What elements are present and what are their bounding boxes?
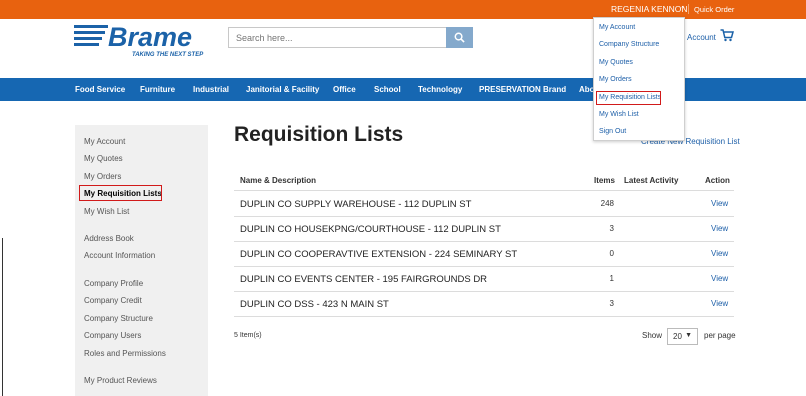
divider [234, 241, 734, 242]
sidebar-item-my-orders[interactable]: My Orders [84, 172, 121, 181]
nav-item-school[interactable]: School [374, 85, 401, 94]
sidebar-item-company-users[interactable]: Company Users [84, 331, 141, 340]
sidebar-item-wish-list[interactable]: My Wish List [84, 207, 129, 216]
divider [234, 291, 734, 292]
search-button[interactable] [446, 27, 473, 48]
divider [234, 316, 734, 317]
highlight-box [79, 185, 162, 201]
sidebar-item-product-reviews[interactable]: My Product Reviews [84, 376, 157, 385]
table-row-items: 3 [609, 299, 614, 308]
table-row-items: 1 [609, 274, 614, 283]
column-header-latest-activity: Latest Activity [624, 176, 679, 185]
table-row-items: 248 [600, 199, 614, 208]
chevron-down-icon: ▼ [685, 332, 692, 339]
table-row-items: 3 [609, 224, 614, 233]
sidebar-item-company-profile[interactable]: Company Profile [84, 279, 143, 288]
quick-order-link[interactable]: Quick Order [694, 5, 734, 14]
menu-item-company-structure[interactable]: Company Structure [599, 41, 659, 48]
nav-item-furniture[interactable]: Furniture [140, 85, 175, 94]
page-title: Requisition Lists [234, 123, 404, 146]
nav-item-industrial[interactable]: Industrial [193, 85, 229, 94]
logo-wordmark: Brame [108, 22, 192, 52]
column-header-name: Name & Description [240, 176, 317, 185]
user-menu-toggle[interactable]: REGENIA KENNON [611, 4, 688, 14]
sidebar-item-my-quotes[interactable]: My Quotes [84, 154, 123, 163]
nav-item-food-service[interactable]: Food Service [75, 85, 125, 94]
view-link[interactable]: View [711, 224, 728, 233]
divider [688, 4, 689, 14]
table-row-name: DUPLIN CO SUPPLY WAREHOUSE - 112 DUPLIN … [240, 199, 472, 210]
per-page-label: per page [704, 331, 736, 340]
user-dropdown-menu: My Account Company Structure My Quotes M… [593, 17, 685, 141]
menu-item-my-account[interactable]: My Account [599, 24, 635, 31]
view-link[interactable]: View [711, 249, 728, 258]
sidebar-item-company-credit[interactable]: Company Credit [84, 296, 142, 305]
logo-tagline: TAKING THE NEXT STEP [132, 52, 204, 58]
sidebar-item-account-information[interactable]: Account Information [84, 251, 155, 260]
sidebar-item-company-structure[interactable]: Company Structure [84, 314, 153, 323]
account-sidebar: My Account My Quotes My Orders My Requis… [75, 125, 208, 396]
view-link[interactable]: View [711, 274, 728, 283]
top-bar: REGENIA KENNON ⌃ Quick Order [0, 0, 806, 19]
menu-item-my-quotes[interactable]: My Quotes [599, 59, 633, 66]
table-row-name: DUPLIN CO DSS - 423 N MAIN ST [240, 299, 389, 310]
divider [2, 238, 3, 396]
table-row-items: 0 [609, 249, 614, 258]
item-count: 5 Item(s) [234, 332, 262, 339]
highlight-box [596, 91, 661, 105]
table-row-name: DUPLIN CO COOPERAVTIVE EXTENSION - 224 S… [240, 249, 518, 260]
chevron-up-icon[interactable]: ⌃ [680, 5, 686, 13]
search-input[interactable] [229, 28, 447, 48]
show-label: Show [642, 331, 663, 340]
per-page-value: 20 [673, 332, 682, 341]
nav-item-janitorial[interactable]: Janitorial & Facility [246, 85, 319, 94]
table-row-name: DUPLIN CO EVENTS CENTER - 195 FAIRGROUND… [240, 274, 488, 285]
account-link[interactable]: Account [687, 33, 716, 42]
menu-item-wish-list[interactable]: My Wish List [599, 111, 639, 118]
divider [234, 266, 734, 267]
column-header-items: Items [594, 176, 615, 185]
brand-logo[interactable]: Brame TAKING THE NEXT STEP [74, 22, 210, 60]
search-icon [454, 32, 465, 43]
sidebar-item-roles[interactable]: Roles and Permissions [84, 349, 166, 358]
nav-item-preservation[interactable]: PRESERVATION Brand [479, 85, 566, 94]
nav-item-office[interactable]: Office [333, 85, 356, 94]
menu-item-sign-out[interactable]: Sign Out [599, 128, 626, 135]
per-page-select[interactable]: 20 ▼ [667, 328, 698, 345]
nav-item-technology[interactable]: Technology [418, 85, 462, 94]
search-box [228, 27, 473, 48]
table-row-name: DUPLIN CO HOUSEKPNG/COURTHOUSE - 112 DUP… [240, 224, 501, 235]
main-nav: Food Service Furniture Industrial Janito… [0, 78, 806, 101]
cart-icon[interactable] [720, 29, 734, 42]
column-header-action: Action [705, 176, 730, 185]
sidebar-item-my-account[interactable]: My Account [84, 137, 125, 146]
menu-item-my-orders[interactable]: My Orders [599, 76, 632, 83]
divider [234, 190, 734, 191]
view-link[interactable]: View [711, 199, 728, 208]
view-link[interactable]: View [711, 299, 728, 308]
sidebar-item-address-book[interactable]: Address Book [84, 234, 134, 243]
divider [234, 216, 734, 217]
